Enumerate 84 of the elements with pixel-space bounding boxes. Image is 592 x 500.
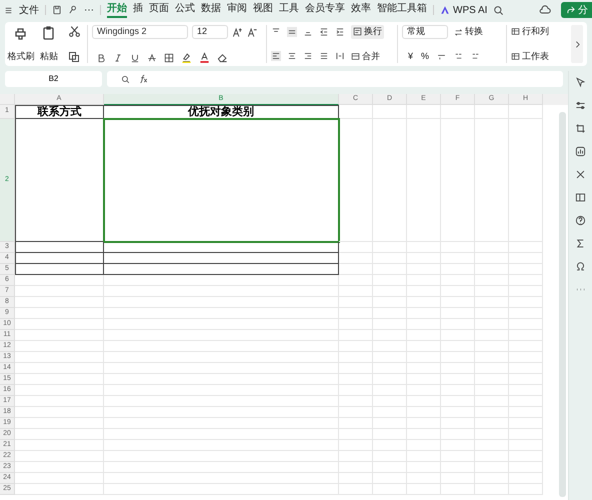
table-cell[interactable] <box>15 253 104 264</box>
ribbon-tab[interactable]: 插 <box>133 2 143 18</box>
font-field[interactable]: Wingdings 2 <box>92 25 188 39</box>
align-middle-icon[interactable] <box>287 26 297 37</box>
wrap-text-button[interactable]: 换行 <box>351 25 384 38</box>
file-menu[interactable]: 文件 <box>19 2 39 18</box>
share-icon[interactable] <box>566 5 576 15</box>
merge-icon[interactable] <box>351 52 360 61</box>
sum-icon[interactable] <box>575 238 586 249</box>
ribbon-tab[interactable]: 开始 <box>107 2 127 18</box>
menu-icon[interactable] <box>4 6 13 14</box>
table-icon[interactable] <box>511 52 520 61</box>
align-left-icon[interactable] <box>271 51 281 62</box>
share-button[interactable]: 分 <box>561 2 592 18</box>
scrollbar[interactable] <box>559 112 566 497</box>
outdent-icon[interactable] <box>319 26 329 37</box>
search-icon[interactable] <box>493 4 504 16</box>
ribbon-tab[interactable]: 视图 <box>253 2 273 18</box>
table-cell[interactable] <box>15 264 104 275</box>
number-format-field[interactable]: 常规 <box>402 25 448 39</box>
ribbon-tab[interactable]: 智能工具箱 <box>377 2 427 18</box>
ribbon-tab[interactable]: 审阅 <box>227 2 247 18</box>
worksheet-button[interactable]: 工作表 <box>511 50 549 63</box>
percent-button[interactable]: % <box>421 50 430 63</box>
help-icon[interactable] <box>575 215 586 226</box>
sliders-icon[interactable] <box>575 100 586 111</box>
merge-button[interactable]: 合并 <box>351 50 380 63</box>
ribbon-tab[interactable]: 会员专享 <box>305 2 345 18</box>
ribbon-tab[interactable]: 效率 <box>351 2 371 18</box>
indent-icon[interactable] <box>335 26 345 37</box>
table-cell[interactable]: 联系方式 <box>15 105 104 119</box>
ribbon-tab[interactable]: 公式 <box>175 2 195 18</box>
italic-icon[interactable] <box>113 52 123 62</box>
table-cell[interactable] <box>15 119 104 242</box>
rows-columns-button[interactable]: 行和列 <box>511 25 549 38</box>
formula-field[interactable] <box>107 71 563 87</box>
borders-icon[interactable] <box>164 52 174 62</box>
paste-button[interactable]: 粘贴 <box>40 50 58 63</box>
crop-icon[interactable] <box>575 123 586 134</box>
increase-decimal-icon[interactable] <box>471 52 480 61</box>
shrink-font-icon[interactable] <box>247 26 258 38</box>
table-icon[interactable] <box>511 27 520 36</box>
ribbon-tab[interactable]: 数据 <box>201 2 221 18</box>
key-icon[interactable] <box>68 5 78 15</box>
omega-icon[interactable] <box>575 261 586 272</box>
copy-icon[interactable] <box>68 51 80 63</box>
table-cell[interactable] <box>104 242 339 253</box>
ribbon-tab[interactable]: 工具 <box>279 2 299 18</box>
format-painter-label[interactable]: 格式刷 <box>8 50 34 63</box>
underline-icon[interactable] <box>130 52 140 62</box>
ribbon-tab[interactable]: 页面 <box>149 2 169 18</box>
align-center-icon[interactable] <box>287 51 297 62</box>
book-icon[interactable] <box>575 192 586 203</box>
cloud-icon[interactable] <box>539 4 551 16</box>
more-button[interactable]: ⋯ <box>84 2 94 18</box>
cursor-icon[interactable] <box>575 77 586 88</box>
justify-icon[interactable] <box>319 51 329 62</box>
convert-icon[interactable] <box>454 28 463 36</box>
table-cell[interactable] <box>15 242 104 253</box>
grow-font-icon[interactable] <box>232 26 243 38</box>
table-cell[interactable] <box>104 264 339 275</box>
table-cell[interactable] <box>104 119 339 242</box>
decrease-decimal-icon[interactable] <box>454 52 464 61</box>
chart-icon[interactable] <box>575 146 586 157</box>
highlight-icon[interactable] <box>181 52 192 63</box>
ai-logo-icon <box>440 5 450 15</box>
wrap-icon[interactable] <box>353 27 362 36</box>
font-color-icon[interactable] <box>199 52 210 63</box>
convert-button[interactable]: 转换 <box>454 25 483 39</box>
distribute-icon[interactable] <box>335 51 345 62</box>
function-icon[interactable] <box>138 74 148 84</box>
scissors-icon[interactable] <box>68 25 80 38</box>
strikethrough-icon[interactable] <box>147 52 157 62</box>
bold-icon[interactable] <box>96 52 106 62</box>
ai-button[interactable]: WPS AI <box>453 2 488 18</box>
name-box[interactable]: B2 <box>5 71 102 87</box>
currency-button[interactable]: ¥ <box>408 50 414 63</box>
save-icon[interactable] <box>52 5 62 15</box>
align-right-icon[interactable] <box>303 51 313 62</box>
zoom-icon[interactable] <box>121 74 130 84</box>
table-cell[interactable]: 优抚对象类别 <box>104 105 339 119</box>
font-size-field[interactable]: 12 <box>192 25 228 39</box>
eraser-icon[interactable] <box>217 52 228 63</box>
table-cell[interactable] <box>104 253 339 264</box>
